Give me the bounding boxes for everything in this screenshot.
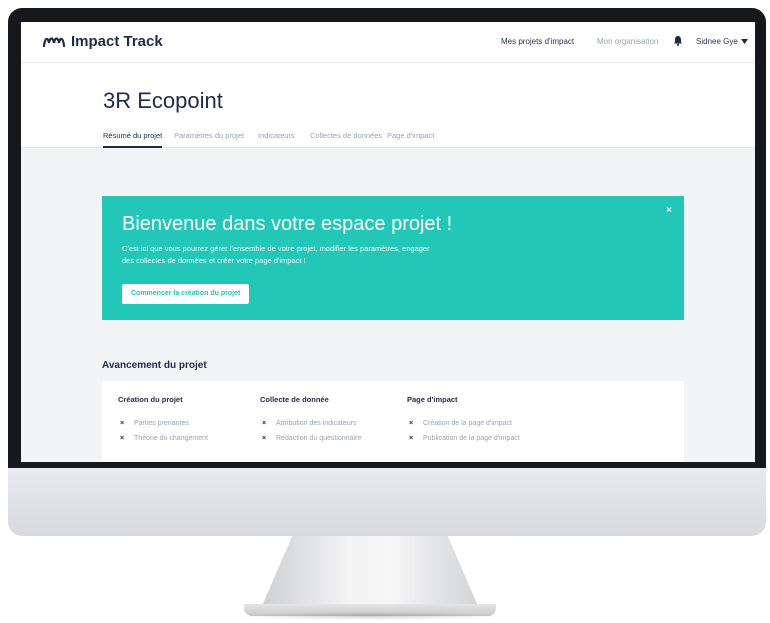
- bell-icon[interactable]: [673, 35, 683, 46]
- welcome-banner: × Bienvenue dans votre espace projet ! C…: [102, 196, 684, 320]
- tab-indicators[interactable]: Indicateurs: [258, 131, 295, 146]
- step-label: Théorie du changement: [134, 435, 208, 442]
- tab-data-collections[interactable]: Collectes de données: [310, 131, 382, 146]
- app-name[interactable]: Impact Track: [71, 33, 163, 50]
- top-navbar: Impact Track Mes projets d'impact Mon or…: [21, 22, 755, 63]
- incomplete-icon: ×: [262, 420, 267, 427]
- step-item[interactable]: × Parties prenantes: [118, 416, 278, 431]
- step-label: Rédaction du questionnaire: [276, 435, 362, 442]
- nav-my-impact-projects[interactable]: Mes projets d'impact: [501, 37, 574, 46]
- stand-shadow: [232, 612, 508, 620]
- incomplete-icon: ×: [409, 420, 414, 427]
- nav-my-organization[interactable]: Mon organisation: [597, 37, 658, 46]
- monitor-stand-neck: [262, 536, 478, 606]
- tab-project-settings[interactable]: Paramètres du projet: [174, 131, 244, 146]
- column-title: Page d'impact: [407, 395, 458, 404]
- project-header: 3R Ecopoint Résumé du projet Paramètres …: [21, 63, 755, 148]
- incomplete-icon: ×: [120, 435, 125, 442]
- column-title: Collecte de donnée: [260, 395, 329, 404]
- banner-title: Bienvenue dans votre espace projet !: [122, 213, 453, 235]
- progress-card: Création du projet × Parties prenantes × T…: [102, 381, 684, 462]
- column-title: Création du projet: [118, 395, 183, 404]
- progress-heading: Avancement du projet: [102, 360, 207, 371]
- step-label: Attribution des indicateurs: [276, 420, 357, 427]
- step-item[interactable]: × Publication de la page d'impact: [407, 431, 567, 446]
- step-label: Publication de la page d'impact: [423, 435, 520, 442]
- tab-impact-page[interactable]: Page d'impact: [387, 131, 434, 146]
- user-name[interactable]: Sidnee Gye: [696, 37, 738, 46]
- impact-track-logo-icon[interactable]: [43, 35, 65, 47]
- step-item[interactable]: × Création de la page d'impact: [407, 416, 567, 431]
- close-icon[interactable]: ×: [666, 205, 672, 216]
- step-label: Création de la page d'impact: [423, 420, 512, 427]
- chevron-down-icon[interactable]: [741, 39, 748, 44]
- incomplete-icon: ×: [262, 435, 267, 442]
- monitor-chin: [8, 468, 766, 536]
- step-label: Parties prenantes: [134, 420, 189, 427]
- incomplete-icon: ×: [409, 435, 414, 442]
- step-item[interactable]: × Théorie du changement: [118, 431, 278, 446]
- tab-project-summary[interactable]: Résumé du projet: [103, 131, 163, 148]
- page-title: 3R Ecopoint: [103, 88, 223, 113]
- incomplete-icon: ×: [120, 420, 125, 427]
- banner-text: C'est ici que vous pourrez gérer l'ensem…: [122, 244, 430, 265]
- step-item[interactable]: × Rédaction du questionnaire: [260, 431, 420, 446]
- step-item[interactable]: × Attribution des indicateurs: [260, 416, 420, 431]
- start-project-button[interactable]: Commencer la création du projet: [122, 284, 250, 304]
- progress-column-impact-page: Page d'impact × Création de la page d'imp…: [407, 395, 567, 446]
- progress-column-creation: Création du projet × Parties prenantes × T…: [118, 395, 278, 446]
- screen: Impact Track Mes projets d'impact Mon or…: [21, 22, 755, 462]
- progress-column-collection: Collecte de donnée × Attribution des indi…: [260, 395, 420, 446]
